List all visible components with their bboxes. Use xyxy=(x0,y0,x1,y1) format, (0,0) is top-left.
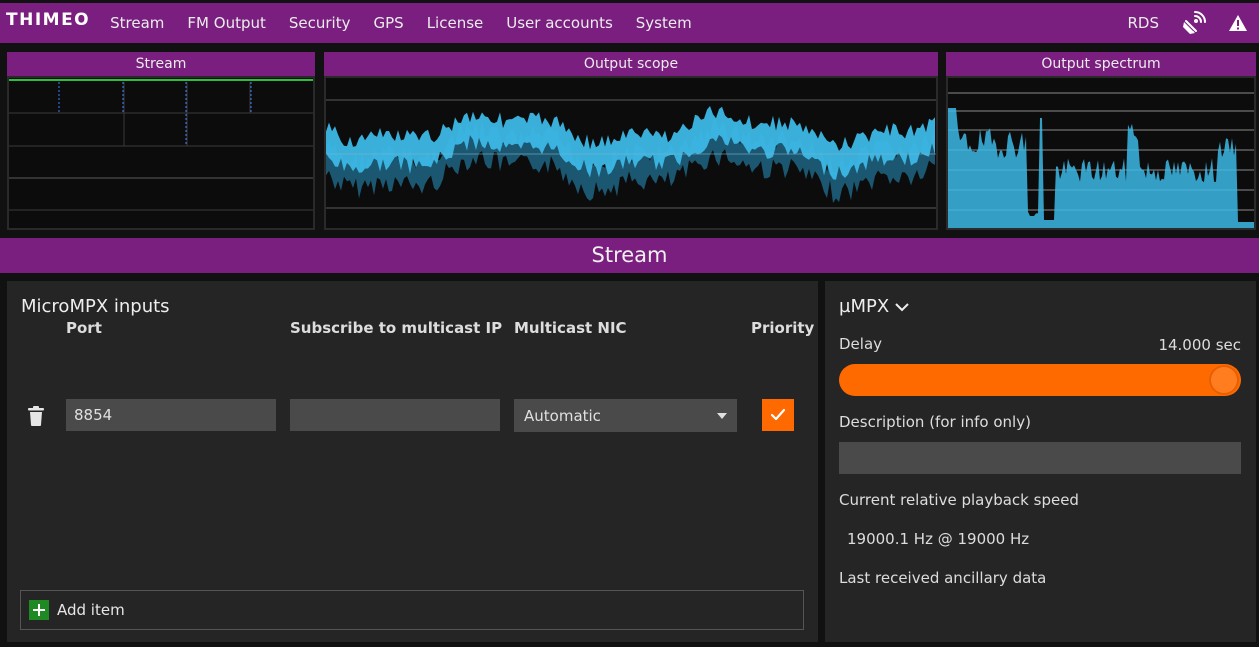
ancillary-data-label: Last received ancillary data xyxy=(839,569,1047,587)
output-spectrum-graph xyxy=(948,92,1254,228)
multicast-ip-input[interactable] xyxy=(290,399,500,431)
multicast-nic-select[interactable]: Automatic xyxy=(514,399,737,432)
delay-value: 14.000 sec xyxy=(1158,336,1241,354)
nav-item-user-accounts[interactable]: User accounts xyxy=(506,14,613,32)
check-icon xyxy=(770,408,786,421)
playback-speed-value: 19000.1 Hz @ 19000 Hz xyxy=(847,530,1030,548)
add-item-button[interactable]: Add item xyxy=(20,590,804,630)
delete-row-button[interactable] xyxy=(26,405,46,427)
stream-monitor-graph xyxy=(9,79,313,211)
spectrum-panel-title: Output spectrum xyxy=(946,52,1256,76)
output-scope xyxy=(324,76,938,230)
add-item-label: Add item xyxy=(57,601,125,619)
warning-icon xyxy=(1229,15,1247,31)
chevron-down-icon xyxy=(895,302,909,311)
warning-button[interactable] xyxy=(1225,10,1251,36)
micrompx-inputs-title: MicroMPX inputs xyxy=(21,296,170,317)
nav-item-license[interactable]: License xyxy=(427,14,484,32)
satellite-dish-icon xyxy=(1183,11,1206,34)
playback-speed-label: Current relative playback speed xyxy=(839,491,1079,509)
priority-checkbox[interactable] xyxy=(762,399,794,431)
nav-item-gps[interactable]: GPS xyxy=(373,14,403,32)
delay-slider-thumb[interactable] xyxy=(1209,365,1239,395)
stream-panel-title: Stream xyxy=(7,52,315,76)
output-scope-graph xyxy=(326,99,936,209)
description-input[interactable] xyxy=(839,442,1241,474)
top-right-actions: RDS xyxy=(1128,3,1259,43)
trash-icon xyxy=(28,406,44,426)
umpx-title: µMPX xyxy=(839,296,890,317)
col-header-multicast-nic: Multicast NIC xyxy=(514,319,627,337)
col-header-multicast-ip: Subscribe to multicast IP xyxy=(290,319,503,337)
nav-item-security[interactable]: Security xyxy=(289,14,351,32)
nav-item-fm-output[interactable]: FM Output xyxy=(187,14,265,32)
rds-link[interactable]: RDS xyxy=(1128,14,1160,32)
delay-slider[interactable] xyxy=(839,364,1241,396)
plus-icon xyxy=(29,600,49,620)
col-header-priority: Priority xyxy=(751,319,815,337)
multicast-nic-value: Automatic xyxy=(524,406,601,425)
output-spectrum xyxy=(946,76,1256,230)
broadcast-button[interactable] xyxy=(1181,10,1207,36)
nav-item-system[interactable]: System xyxy=(636,14,692,32)
description-label: Description (for info only) xyxy=(839,413,1031,431)
section-title: Stream xyxy=(0,238,1259,273)
thimeo-logo[interactable]: THIMEO xyxy=(6,10,90,30)
delay-label: Delay xyxy=(839,335,883,353)
umpx-dropdown[interactable]: µMPX xyxy=(839,296,910,317)
top-nav-bar: THIMEO Stream FM Output Security GPS Lic… xyxy=(0,3,1259,43)
port-input[interactable] xyxy=(66,399,276,431)
nav-item-stream[interactable]: Stream xyxy=(110,14,164,32)
stream-monitor xyxy=(7,76,315,230)
col-header-port: Port xyxy=(66,319,102,337)
dropdown-caret-icon xyxy=(717,413,727,419)
scope-panel-title: Output scope xyxy=(324,52,938,76)
